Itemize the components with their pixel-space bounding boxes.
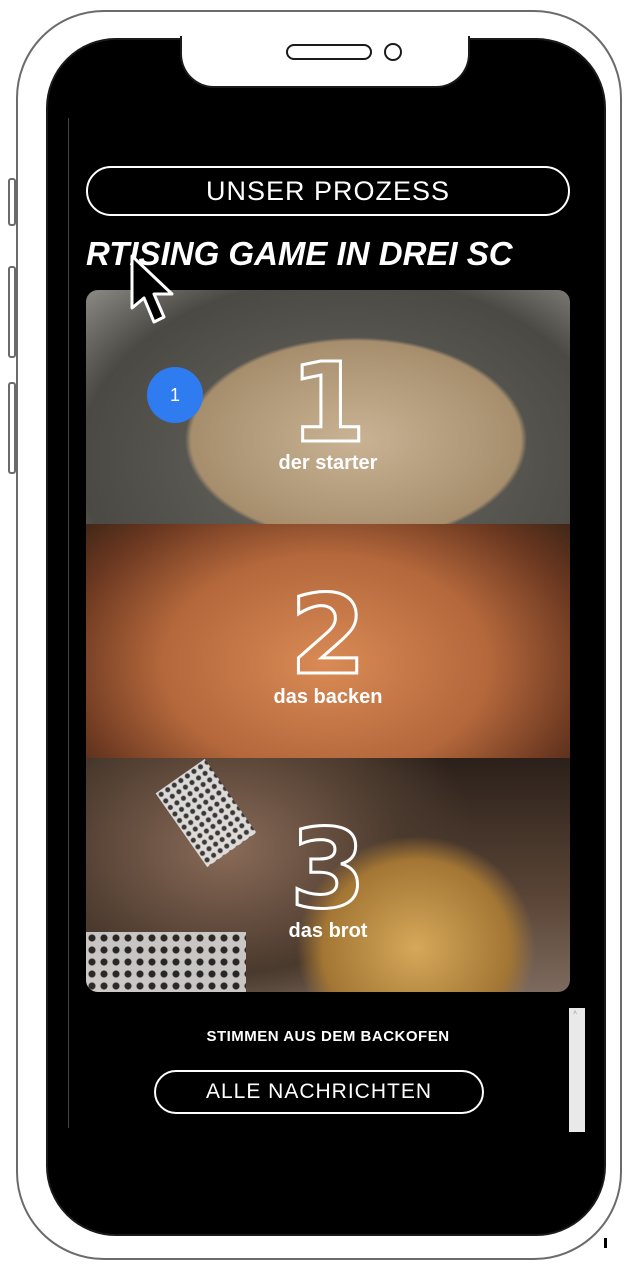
scrollbar[interactable]: ˄ xyxy=(569,1008,585,1132)
step-number-3: 3 xyxy=(288,805,368,933)
step-card-backen[interactable]: 2 das backen xyxy=(86,524,570,758)
mute-switch xyxy=(8,178,16,226)
step-label-2: das backen xyxy=(273,686,383,708)
corner-mark xyxy=(604,1238,607,1248)
step-card-brot[interactable]: 3 das brot xyxy=(86,758,570,992)
click-count-value: 1 xyxy=(169,384,180,405)
mouse-pointer-icon xyxy=(130,254,174,324)
scroll-up-icon[interactable]: ˄ xyxy=(573,1010,577,1017)
alle-nachrichten-label: ALLE NACHRICHTEN xyxy=(205,1080,433,1103)
voices-heading: STIMMEN AUS DEM BACKOFEN xyxy=(206,1028,450,1045)
unser-prozess-label: UNSER PROZESS xyxy=(205,175,451,206)
unser-prozess-button[interactable]: UNSER PROZESS xyxy=(86,166,570,216)
step-number-2: 2 xyxy=(288,571,368,699)
speaker-icon xyxy=(286,44,372,60)
volume-up-button xyxy=(8,266,16,358)
step-label-3: das brot xyxy=(288,920,368,942)
step-label-1: der starter xyxy=(278,452,378,474)
screen-edge-line xyxy=(68,118,69,1128)
volume-down-button xyxy=(8,382,16,474)
alle-nachrichten-button[interactable]: ALLE NACHRICHTEN xyxy=(154,1070,484,1114)
click-count-badge: 1 xyxy=(147,367,203,423)
camera-icon xyxy=(384,43,402,61)
